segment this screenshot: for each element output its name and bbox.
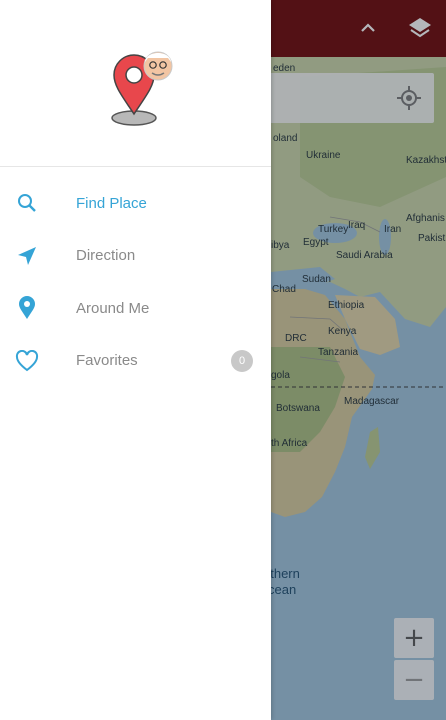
menu-item-find-place[interactable]: Find Place bbox=[0, 177, 271, 230]
favorites-count-badge: 0 bbox=[231, 349, 253, 372]
menu-item-around-me[interactable]: Around Me bbox=[0, 282, 271, 335]
menu-item-label: Favorites bbox=[76, 352, 138, 370]
navigation-arrow-icon bbox=[14, 243, 40, 269]
menu-item-label: Find Place bbox=[76, 194, 147, 212]
navigation-drawer: Find Place Direction Around Me Favorites 0 bbox=[0, 0, 271, 720]
drawer-menu: Find Place Direction Around Me Favorites 0 bbox=[0, 167, 271, 387]
heart-icon bbox=[14, 348, 40, 374]
menu-item-label: Direction bbox=[76, 247, 136, 265]
map-pin-with-avatar-icon bbox=[108, 46, 178, 130]
location-pin-icon bbox=[14, 295, 40, 321]
menu-item-label: Around Me bbox=[76, 299, 150, 317]
menu-item-direction[interactable]: Direction bbox=[0, 230, 271, 283]
search-icon bbox=[14, 190, 40, 216]
menu-item-favorites[interactable]: Favorites 0 bbox=[0, 335, 271, 388]
drawer-header bbox=[0, 0, 271, 167]
